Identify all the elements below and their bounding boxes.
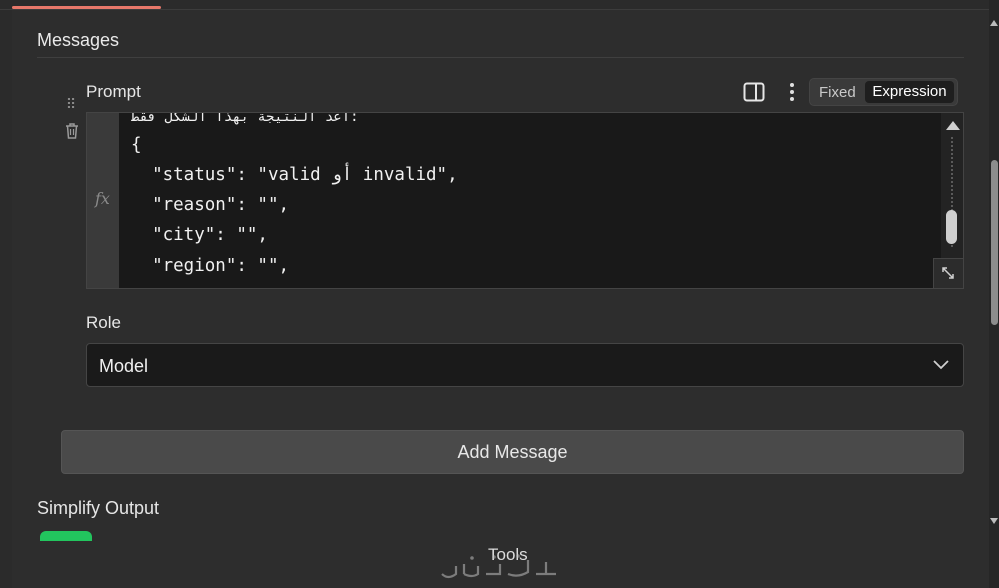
code-line: "reason": "", (131, 195, 290, 215)
drag-handle-icon[interactable]: ⠿ (64, 96, 78, 112)
editor-scrollbar[interactable] (941, 113, 963, 260)
split-panel-icon[interactable] (743, 82, 765, 102)
code-content[interactable]: اعد النتيجة بهذا الشكل فقط: { "status": … (131, 113, 458, 276)
role-label: Role (86, 313, 121, 332)
messages-section-title: Messages (37, 30, 120, 50)
page-scroll-up-icon[interactable] (990, 20, 998, 26)
watermark-logo (441, 554, 556, 579)
expand-editor-button[interactable] (933, 258, 963, 288)
page-scrollbar[interactable] (989, 0, 999, 588)
prompt-label: Prompt (86, 82, 141, 101)
simplify-output-toggle[interactable] (40, 531, 92, 541)
code-line: "status": "valid أو invalid", (131, 165, 458, 185)
scroll-up-icon[interactable] (946, 121, 960, 130)
toggle-fixed-option[interactable]: Fixed (819, 84, 856, 101)
toggle-expression-option[interactable]: Expression (865, 81, 954, 103)
chevron-down-icon (933, 360, 949, 370)
code-line: "region": "", (131, 256, 290, 276)
simplify-output-label: Simplify Output (37, 498, 160, 518)
section-divider (37, 57, 964, 58)
prompt-expression-editor[interactable]: fx اعد النتيجة بهذا الشكل فقط: { "status… (86, 112, 964, 289)
fixed-expression-toggle[interactable]: Fixed Expression (809, 78, 958, 106)
trash-icon[interactable] (64, 122, 80, 140)
page-scroll-down-icon[interactable] (990, 518, 998, 524)
scroll-thumb[interactable] (946, 210, 957, 244)
add-message-button[interactable]: Add Message (61, 430, 964, 474)
fx-gutter: fx (87, 113, 119, 288)
role-select[interactable]: Model (86, 343, 964, 387)
page-scroll-thumb[interactable] (991, 160, 998, 325)
kebab-menu-icon[interactable] (782, 81, 802, 103)
code-line: اعد النتيجة بهذا الشكل فقط: (131, 112, 359, 125)
expand-icon (942, 267, 954, 279)
code-line: "city": "", (131, 225, 268, 245)
role-selected-value: Model (99, 356, 149, 376)
code-line: { (131, 135, 142, 155)
fx-icon: fx (95, 189, 110, 208)
